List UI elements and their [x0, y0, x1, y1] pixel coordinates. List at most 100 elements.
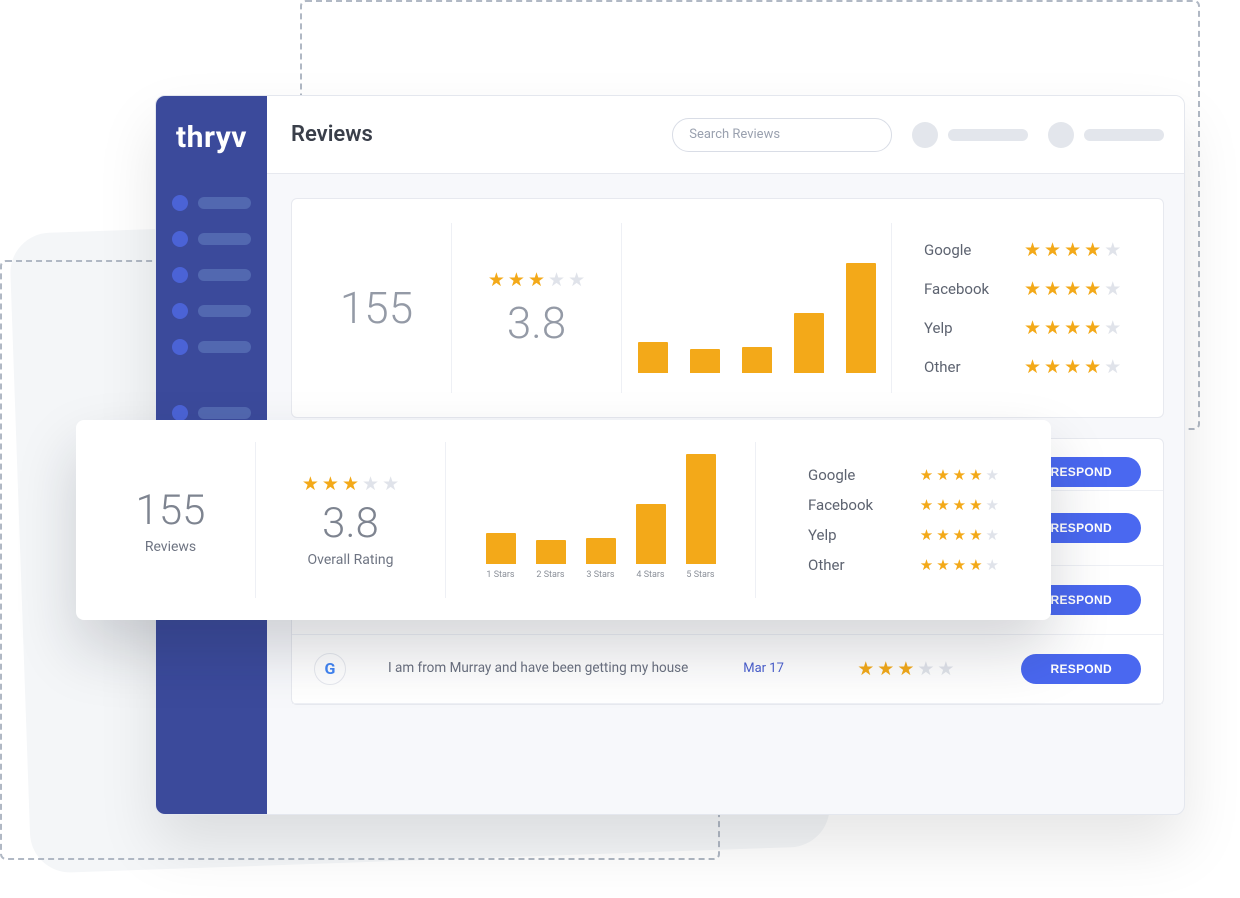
sidebar-item[interactable]: [156, 185, 267, 221]
star-icon: ★: [568, 268, 585, 291]
bar-column: 1 Stars: [486, 533, 516, 580]
star-icon: ★: [1024, 355, 1041, 378]
source-name: Facebook: [808, 496, 888, 514]
star-icon: ★: [1104, 355, 1121, 378]
star-icon: ★: [986, 466, 999, 484]
star-icon: ★: [382, 472, 399, 495]
overall-rating-label: Overall Rating: [308, 552, 394, 568]
bar: [846, 263, 876, 373]
star-icon: ★: [936, 496, 949, 514]
bar-column: [794, 313, 824, 374]
star-icon: ★: [920, 526, 933, 544]
avatar-icon: [1048, 122, 1074, 148]
star-icon: ★: [937, 657, 954, 680]
bar-column: 2 Stars: [536, 540, 566, 580]
star-icon: ★: [969, 526, 982, 544]
star-icon: ★: [1084, 238, 1101, 261]
star-icon: ★: [1044, 238, 1061, 261]
bar-label: 3 Stars: [586, 570, 614, 580]
sidebar-dot-icon: [172, 303, 188, 319]
bar-chart: [632, 243, 882, 373]
star-icon: ★: [1084, 316, 1101, 339]
star-icon: ★: [1064, 238, 1081, 261]
source-name: Yelp: [808, 526, 888, 544]
star-icon: ★: [342, 472, 359, 495]
star-icon: ★: [953, 466, 966, 484]
star-icon: ★: [1084, 277, 1101, 300]
search-input[interactable]: Search Reviews: [672, 118, 892, 152]
bar-label: 4 Stars: [636, 570, 664, 580]
source-row: Google★★★★★: [808, 466, 999, 484]
bar-label: 1 Stars: [486, 570, 514, 580]
star-icon: ★: [528, 268, 545, 291]
star-icon: ★: [1064, 277, 1081, 300]
bar-chart: 1 Stars 2 Stars 3 Stars 4 Stars 5 Stars: [482, 460, 720, 580]
star-icon: ★: [548, 268, 565, 291]
sidebar-item[interactable]: [156, 221, 267, 257]
page-title: Reviews: [291, 122, 373, 147]
bar: [794, 313, 824, 374]
summary-sources: Google★★★★★Facebook★★★★★Yelp★★★★★Other★★…: [892, 223, 1153, 393]
bar-column: [742, 347, 772, 373]
star-icon: ★: [1104, 238, 1121, 261]
table-row: G I am from Murray and have been getting …: [292, 635, 1163, 704]
zoom-distribution-chart: 1 Stars 2 Stars 3 Stars 4 Stars 5 Stars: [446, 442, 756, 598]
sidebar-item[interactable]: [156, 257, 267, 293]
star-icon: ★: [1084, 355, 1101, 378]
star-icon: ★: [362, 472, 379, 495]
source-stars: ★★★★★: [1024, 238, 1121, 261]
star-icon: ★: [986, 526, 999, 544]
search-placeholder-text: Search Reviews: [689, 127, 780, 142]
source-list: Google★★★★★Facebook★★★★★Yelp★★★★★Other★★…: [914, 238, 1131, 378]
sidebar-dot-icon: [172, 267, 188, 283]
star-icon: ★: [936, 526, 949, 544]
sidebar-label-placeholder: [198, 305, 251, 317]
summary-overall-rating: ★★★★★ 3.8: [452, 223, 622, 393]
bar-column: [638, 342, 668, 373]
topbar-user-2[interactable]: [1048, 122, 1164, 148]
source-row: Other ★★★★★: [808, 556, 999, 574]
source-stars: ★★★★★: [1024, 277, 1121, 300]
summary-review-count: 155: [302, 223, 452, 393]
sidebar-dot-icon: [172, 231, 188, 247]
star-icon: ★: [1044, 316, 1061, 339]
star-icon: ★: [877, 657, 894, 680]
star-icon: ★: [953, 556, 966, 574]
source-name: Facebook: [924, 280, 1004, 298]
sidebar-item[interactable]: [156, 329, 267, 365]
topbar: Reviews Search Reviews: [267, 96, 1185, 174]
source-stars: ★★★★★: [920, 556, 999, 574]
sidebar-item[interactable]: [156, 293, 267, 329]
star-icon: ★: [969, 466, 982, 484]
source-stars: ★★★★★: [1024, 355, 1121, 378]
star-icon: ★: [1044, 277, 1061, 300]
overall-rating-value: 3.8: [322, 499, 379, 548]
star-icon: ★: [302, 472, 319, 495]
source-name: Other: [924, 358, 1004, 376]
source-row: Facebook★★★★★: [808, 496, 999, 514]
star-icon: ★: [920, 466, 933, 484]
bar-label: 5 Stars: [686, 570, 714, 580]
user-label-placeholder: [948, 129, 1028, 141]
review-text: I am from Murray and have been getting m…: [388, 659, 729, 678]
bar-column: 5 Stars: [686, 454, 716, 580]
star-icon: ★: [1104, 277, 1121, 300]
source-name: Google: [924, 241, 1004, 259]
star-icon: ★: [920, 496, 933, 514]
star-icon: ★: [1044, 355, 1061, 378]
star-icon: ★: [969, 496, 982, 514]
topbar-user-1[interactable]: [912, 122, 1028, 148]
zoom-sources: Google★★★★★Facebook★★★★★Yelp★★★★★Other★★…: [756, 442, 1041, 598]
review-count-value: 155: [136, 486, 206, 535]
summary-distribution-chart: [622, 223, 892, 393]
star-icon: ★: [936, 556, 949, 574]
star-icon: ★: [857, 657, 874, 680]
source-name: Other: [808, 556, 888, 574]
review-count-value: 155: [340, 282, 413, 334]
google-icon: G: [314, 653, 346, 685]
sidebar-dot-icon: [172, 339, 188, 355]
bar-column: 3 Stars: [586, 538, 616, 580]
respond-button[interactable]: RESPOND: [1021, 654, 1141, 684]
star-icon: ★: [953, 496, 966, 514]
source-stars: ★★★★★: [920, 466, 999, 484]
